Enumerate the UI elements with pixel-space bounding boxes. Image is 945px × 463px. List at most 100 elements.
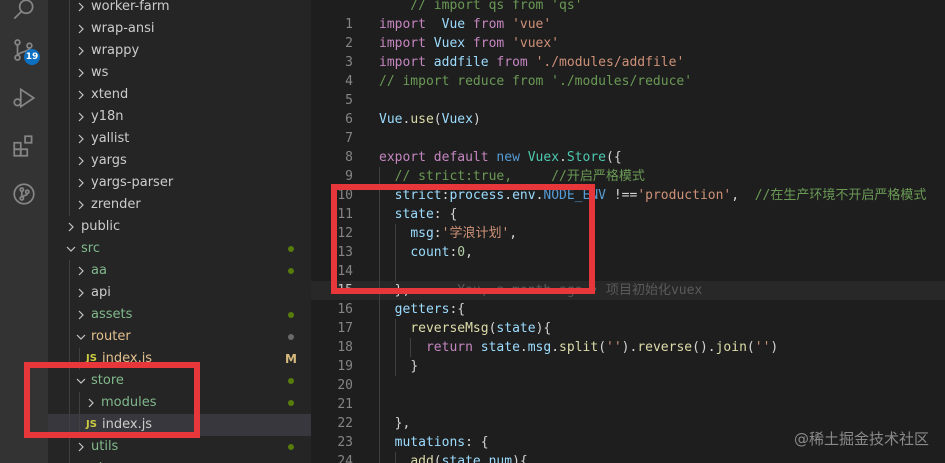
code-line[interactable]: 4 // import reduce from './modules/reduce… bbox=[311, 72, 945, 91]
chevron-down-icon[interactable] bbox=[64, 238, 78, 260]
tree-item-label: wrappy bbox=[91, 43, 140, 58]
tree-folder[interactable]: xtend bbox=[48, 84, 311, 106]
chevron-right-icon[interactable] bbox=[74, 62, 88, 84]
chevron-right-icon[interactable] bbox=[74, 436, 88, 458]
code-line[interactable]: 8 export default new Vuex.Store({ bbox=[311, 148, 945, 167]
tree-folder[interactable]: yargs bbox=[48, 150, 311, 172]
source-control-icon[interactable] bbox=[0, 26, 48, 74]
indent-guide bbox=[69, 40, 70, 62]
code-text: // import qs from 'qs' bbox=[379, 0, 583, 13]
chevron-right-icon[interactable] bbox=[74, 194, 88, 216]
highlight-box-store bbox=[24, 362, 200, 438]
code-text: getters:{ bbox=[394, 302, 466, 317]
line-number: 8 bbox=[345, 150, 353, 165]
extensions-icon[interactable] bbox=[0, 122, 48, 170]
code-line[interactable]: 20 bbox=[311, 376, 945, 395]
git-graph-icon[interactable] bbox=[0, 170, 48, 218]
code-text: export default new Vuex.Store({ bbox=[379, 150, 622, 165]
code-line[interactable]: 17 reverseMsg(state){ bbox=[311, 319, 945, 338]
line-number: 18 bbox=[337, 340, 353, 355]
chevron-right-icon[interactable] bbox=[74, 84, 88, 106]
code-line[interactable]: 16 getters:{ bbox=[311, 300, 945, 319]
code-line[interactable]: 24 add(state,num){ bbox=[311, 452, 945, 463]
tree-folder[interactable]: public bbox=[48, 216, 311, 238]
git-status-dot bbox=[288, 444, 294, 450]
git-status-dot bbox=[288, 378, 294, 384]
line-number: 16 bbox=[337, 302, 353, 317]
tree-folder[interactable]: wrappy bbox=[48, 40, 311, 62]
tree-folder[interactable]: y18n bbox=[48, 106, 311, 128]
line-number: 2 bbox=[345, 36, 353, 51]
tree-item-label: aa bbox=[91, 263, 107, 278]
highlight-box-state bbox=[331, 184, 595, 294]
chevron-right-icon[interactable] bbox=[74, 18, 88, 40]
indent-guide bbox=[69, 62, 70, 84]
code-line[interactable]: 2 import Vuex from 'vuex' bbox=[311, 34, 945, 53]
chevron-right-icon[interactable] bbox=[74, 106, 88, 128]
code-line[interactable]: // import qs from 'qs' bbox=[311, 0, 945, 15]
run-debug-icon[interactable] bbox=[0, 74, 48, 122]
chevron-right-icon[interactable] bbox=[74, 260, 88, 282]
tree-item-label: views bbox=[91, 458, 128, 463]
chevron-right-icon[interactable] bbox=[74, 40, 88, 62]
line-number: 21 bbox=[337, 397, 353, 412]
code-text: return state.msg.split('').reverse().joi… bbox=[425, 340, 779, 355]
indent-guide bbox=[379, 338, 380, 357]
tree-folder[interactable]: wrap-ansi bbox=[48, 18, 311, 40]
tree-folder[interactable]: api bbox=[48, 282, 311, 304]
tree-folder[interactable]: ws bbox=[48, 62, 311, 84]
git-status-dot bbox=[288, 246, 294, 252]
indent-guide bbox=[394, 452, 396, 463]
indent-guide bbox=[379, 433, 380, 452]
tree-item-label: yargs bbox=[91, 153, 127, 168]
code-text: }, bbox=[394, 416, 411, 431]
tree-folder[interactable]: zrender bbox=[48, 194, 311, 216]
indent-guide bbox=[69, 172, 70, 194]
code-line[interactable]: 18 return state.msg.split('').reverse().j… bbox=[311, 338, 945, 357]
indent-guide bbox=[69, 0, 70, 18]
chevron-right-icon[interactable] bbox=[74, 458, 88, 463]
code-text: Vue.use(Vuex) bbox=[379, 112, 481, 127]
tree-folder[interactable]: aa bbox=[48, 260, 311, 282]
tree-folder[interactable]: yallist bbox=[48, 128, 311, 150]
code-line[interactable]: 1 import Vue from 'vue' bbox=[311, 15, 945, 34]
indent-guide bbox=[394, 338, 396, 357]
git-status-dot bbox=[288, 312, 294, 318]
tree-folder[interactable]: worker-farm bbox=[48, 0, 311, 18]
indent-guide bbox=[69, 436, 70, 458]
code-line[interactable]: 3 import addfile from './modules/addfile' bbox=[311, 53, 945, 72]
code-line[interactable]: 19} bbox=[311, 357, 945, 376]
chevron-right-icon[interactable] bbox=[74, 172, 88, 194]
indent-guide bbox=[69, 106, 70, 128]
tree-item-label: xtend bbox=[91, 87, 129, 102]
indent-guide bbox=[69, 260, 70, 282]
tree-item-label: src bbox=[81, 241, 100, 256]
chevron-right-icon[interactable] bbox=[64, 216, 78, 238]
code-line[interactable]: 21 bbox=[311, 395, 945, 414]
tree-folder[interactable]: assets bbox=[48, 304, 311, 326]
line-number: 17 bbox=[337, 321, 353, 336]
indent-guide bbox=[394, 319, 396, 338]
code-line[interactable]: 6 Vue.use(Vuex) bbox=[311, 110, 945, 129]
line-number: 19 bbox=[337, 359, 353, 374]
tree-folder[interactable]: yargs-parser bbox=[48, 172, 311, 194]
chevron-right-icon[interactable] bbox=[74, 128, 88, 150]
tree-item-label: public bbox=[81, 219, 121, 234]
chevron-right-icon[interactable] bbox=[74, 304, 88, 326]
chevron-down-icon[interactable] bbox=[74, 326, 88, 348]
code-line[interactable]: 7 bbox=[311, 129, 945, 148]
indent-guide bbox=[379, 414, 380, 433]
chevron-right-icon[interactable] bbox=[74, 0, 88, 18]
line-number: 6 bbox=[345, 112, 353, 127]
tree-item-label: zrender bbox=[91, 197, 141, 212]
git-status-dot bbox=[288, 334, 294, 340]
chevron-right-icon[interactable] bbox=[74, 282, 88, 304]
tree-folder[interactable]: src bbox=[48, 238, 311, 260]
tree-folder[interactable]: utils bbox=[48, 436, 311, 458]
code-text: mutations: { bbox=[394, 435, 489, 450]
tree-folder[interactable]: router bbox=[48, 326, 311, 348]
tree-folder[interactable]: views bbox=[48, 458, 311, 463]
indent-guide bbox=[394, 357, 396, 376]
chevron-right-icon[interactable] bbox=[74, 150, 88, 172]
code-line[interactable]: 5 bbox=[311, 91, 945, 110]
